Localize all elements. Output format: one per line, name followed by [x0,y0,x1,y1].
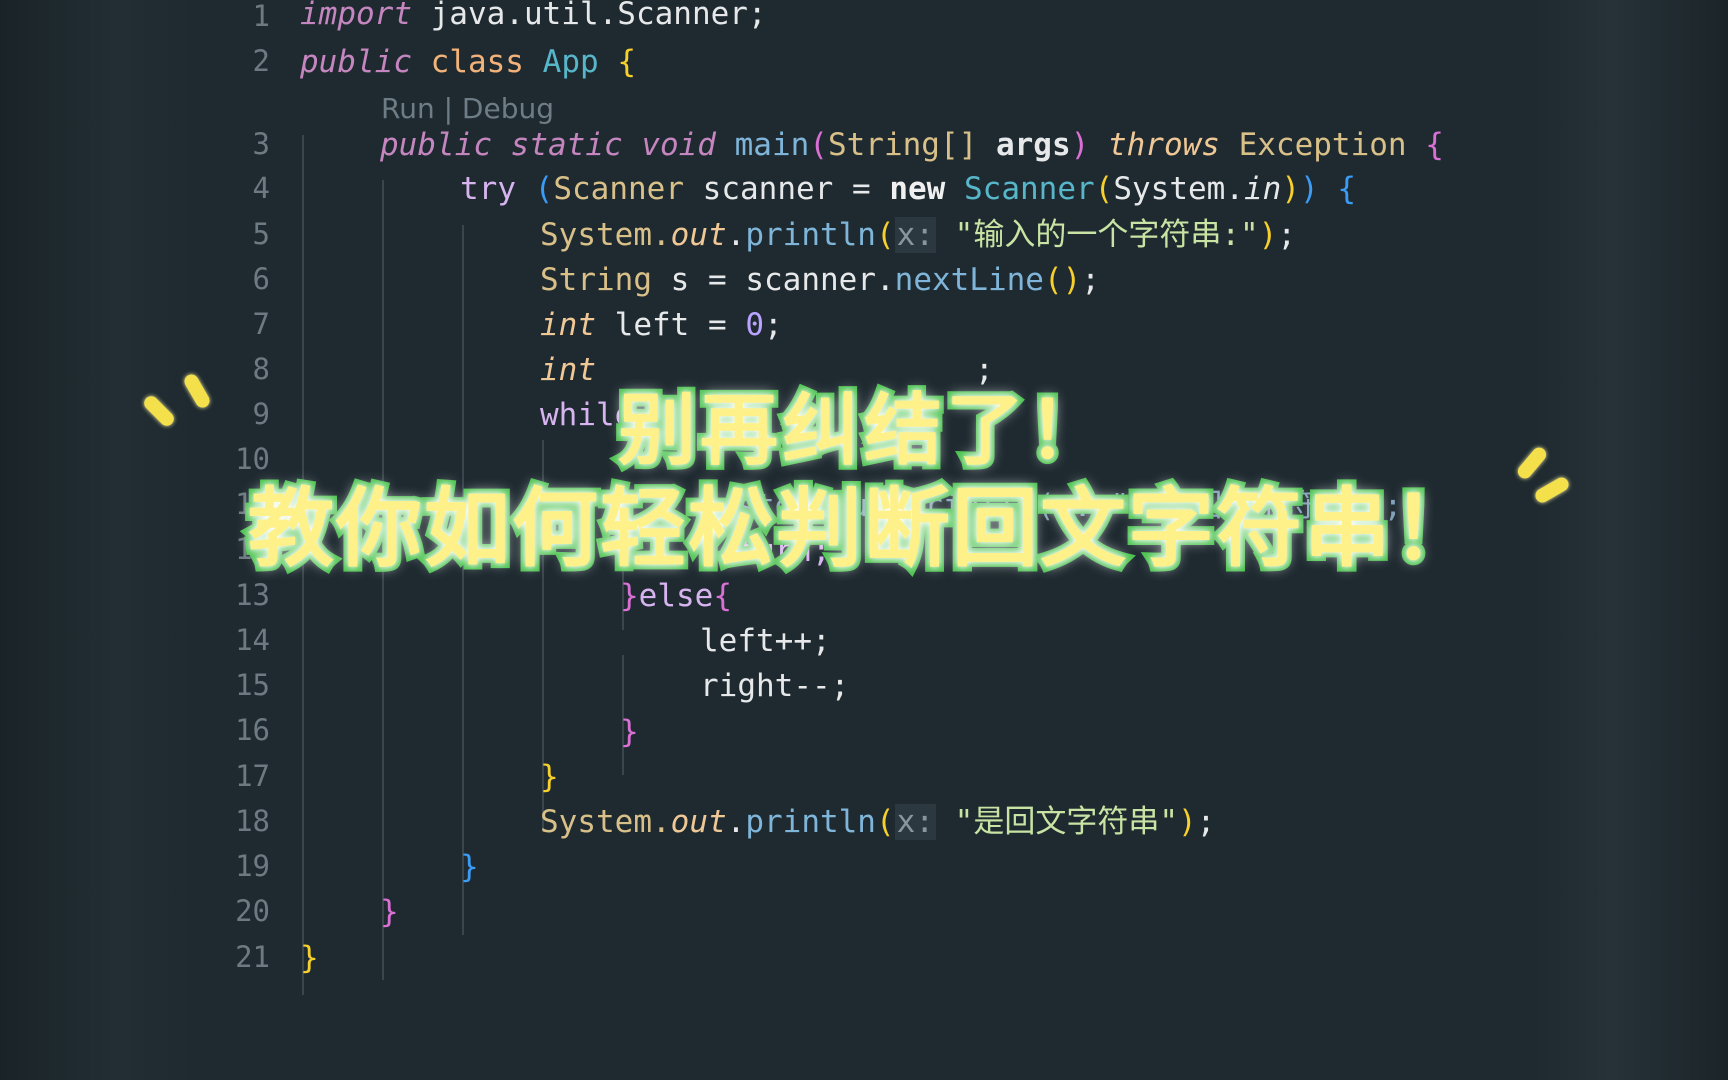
code-line-15[interactable]: right--; [700,664,849,708]
token-keyword: void [641,127,716,163]
inlay-hint: x: [894,804,936,840]
code-line-1[interactable]: import java.util.Scanner; [300,0,767,36]
line-number: 21 [235,940,270,974]
token-package: java.util.Scanner; [411,0,767,32]
line-number: 7 [252,307,270,341]
token-function: nextLine [894,262,1044,298]
token-keyword: public [380,127,492,163]
token-paren: ) [1300,171,1319,207]
code-line-14[interactable]: left++; [700,619,831,663]
code-line-16[interactable]: } [620,710,639,754]
token-field: out [670,217,727,253]
token-keyword: throws [1107,127,1220,163]
token-class-name: App [542,44,599,80]
token-keyword: int [540,307,596,343]
token-function: main [734,127,810,163]
token-brace: { [617,44,636,80]
overlay-title-line-2: 教你如何轻松判断回文字符串！ [243,474,1483,584]
token-keyword: else [638,578,714,614]
line-number: 1 [252,0,270,33]
code-line-3[interactable]: public static void main(String[] args) t… [380,123,1444,167]
token-keyword: try [460,171,516,207]
token-brace: } [460,849,479,885]
token-keyword: public [300,44,412,80]
code-line-17[interactable]: } [540,755,559,799]
token-brace: { [1425,127,1444,163]
token-paren: ) [1258,217,1278,253]
line-number: 18 [235,804,270,838]
token-brace: { [713,578,732,614]
token-keyword: class [430,44,524,80]
code-line-19[interactable]: } [460,845,479,889]
token-type: Scanner [553,171,684,207]
token-statement: right--; [700,668,850,704]
token-variable: scanner. [745,262,895,298]
line-number: 4 [252,171,270,205]
codelens-run-debug[interactable]: Run | Debug [381,92,554,125]
token-paren: ( [1094,171,1114,207]
token-type: Exception [1238,127,1407,163]
token-paren: ( [534,171,554,207]
code-line-4[interactable]: try (Scanner scanner = new Scanner(Syste… [460,167,1356,211]
token-class: System. [540,217,671,253]
token-keyword: static [510,127,623,163]
code-line-5[interactable]: System.out.println(x: "输入的一个字符串:"); [540,213,1296,257]
token-type: String[] [827,127,978,163]
token-brace: } [380,894,399,930]
token-type: Scanner [964,171,1095,207]
token-string: "输入的一个字符串:" [954,217,1259,253]
token-variable: scanner [702,171,834,207]
line-number: 20 [235,894,270,928]
code-line-21[interactable]: } [300,936,319,980]
line-number: 3 [252,127,270,161]
line-number: 5 [252,217,270,251]
code-line-2[interactable]: public class App { [300,40,636,84]
token-statement: left++; [700,623,831,659]
token-variable: s [670,262,690,298]
line-number: 14 [235,623,270,657]
line-number: 15 [235,668,270,702]
code-line-20[interactable]: } [380,890,399,934]
token-param: args [995,127,1071,163]
code-line-6[interactable]: String s = scanner.nextLine(); [540,258,1100,302]
line-number: 17 [235,759,270,793]
token-function: println [745,217,876,253]
token-paren: () [1043,262,1082,298]
token-keyword: new [889,171,946,207]
line-number: 16 [235,713,270,747]
token-paren: ) [1177,804,1197,840]
token-paren: ( [809,127,828,163]
token-brace: } [620,714,639,750]
token-operator: = [852,171,871,207]
token-variable: left [614,307,690,343]
token-paren: ) [1070,127,1090,163]
line-number: 6 [252,262,270,296]
token-brace: } [620,578,639,614]
token-class: System. [1113,171,1244,207]
code-line-18[interactable]: System.out.println(x: "是回文字符串"); [540,800,1215,844]
line-number: 2 [252,44,270,78]
token-field: in [1244,171,1282,207]
token-function: println [745,804,876,840]
token-class: System. [540,804,671,840]
token-paren: ( [875,217,895,253]
token-brace: } [300,940,319,976]
token-brace: { [1337,171,1357,207]
code-line-7[interactable]: int left = 0; [540,303,783,347]
line-number: 19 [235,849,270,883]
token-brace: } [540,759,559,795]
token-field: out [670,804,727,840]
token-paren: ) [1281,171,1300,207]
token-keyword: import [300,0,412,32]
inlay-hint: x: [894,217,936,253]
token-type: String [540,262,652,298]
token-paren: ( [875,804,895,840]
token-string: "是回文字符串" [954,804,1178,840]
token-number: 0 [745,307,765,343]
